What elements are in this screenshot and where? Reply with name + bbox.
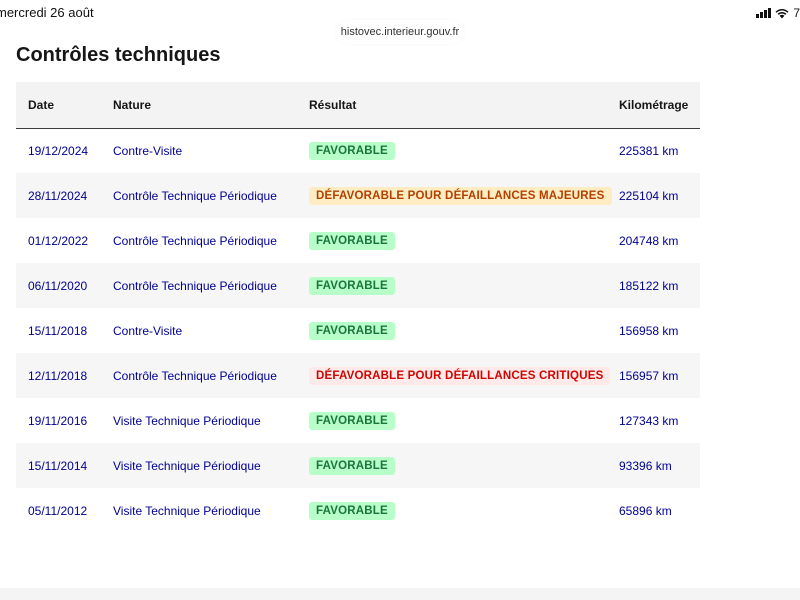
- inspection-nature: Contre-Visite: [113, 143, 183, 158]
- inspection-mileage: 225104 km: [619, 188, 679, 203]
- inspection-mileage: 127343 km: [619, 413, 679, 428]
- status-icons: 7: [756, 6, 800, 20]
- table-row: 01/12/2022 Contrôle Technique Périodique F…: [16, 218, 700, 263]
- inspection-nature: Contrôle Technique Périodique: [113, 368, 277, 383]
- inspection-nature: Visite Technique Périodique: [113, 413, 261, 428]
- inspection-date: 01/12/2022: [28, 233, 89, 248]
- inspection-mileage: 156958 km: [619, 323, 679, 338]
- inspection-mileage: 225381 km: [619, 143, 679, 158]
- table-row: 12/11/2018 Contrôle Technique Périodique D…: [16, 353, 700, 398]
- inspection-nature: Contre-Visite: [113, 323, 183, 338]
- result-badge: FAVORABLE: [309, 231, 395, 250]
- inspection-date: 28/11/2024: [28, 188, 88, 203]
- inspection-date: 19/11/2016: [28, 413, 88, 428]
- inspection-result-cell: FAVORABLE: [309, 128, 619, 173]
- table-row: 19/11/2016 Visite Technique Périodique FAV…: [16, 398, 700, 443]
- inspection-result-cell: DÉFAVORABLE POUR DÉFAILLANCES CRITIQUES: [309, 353, 619, 398]
- inspection-result-cell: FAVORABLE: [309, 443, 619, 488]
- inspection-mileage: 185122 km: [619, 278, 679, 293]
- column-header-mileage[interactable]: Kilométrage: [619, 82, 700, 129]
- inspection-result-cell: FAVORABLE: [309, 308, 619, 353]
- inspection-result-cell: FAVORABLE: [309, 488, 619, 533]
- result-badge: FAVORABLE: [309, 456, 395, 475]
- column-header-date[interactable]: Date: [16, 82, 113, 129]
- url-bar[interactable]: histovec.interieur.gouv.fr: [336, 20, 464, 44]
- result-badge: DÉFAVORABLE POUR DÉFAILLANCES MAJEURES: [309, 186, 612, 205]
- table-row: 05/11/2012 Visite Technique Périodique FAV…: [16, 488, 700, 533]
- inspection-date: 19/12/2024: [28, 143, 89, 158]
- inspection-mileage: 156957 km: [619, 368, 679, 383]
- inspection-mileage: 204748 km: [619, 233, 679, 248]
- inspection-result-cell: FAVORABLE: [309, 218, 619, 263]
- inspection-nature: Contrôle Technique Périodique: [113, 233, 277, 248]
- table-row: 06/11/2020 Contrôle Technique Périodique F…: [16, 263, 700, 308]
- result-badge: FAVORABLE: [309, 321, 395, 340]
- inspection-date: 15/11/2018: [28, 323, 88, 338]
- inspection-mileage: 93396 km: [619, 458, 672, 473]
- table-row: 19/12/2024 Contre-Visite FAVORABLE 225381 k…: [16, 128, 700, 173]
- status-time: mercredi 26 août: [0, 5, 94, 20]
- result-badge: FAVORABLE: [309, 501, 395, 520]
- column-header-nature[interactable]: Nature: [113, 82, 309, 129]
- result-badge: FAVORABLE: [309, 141, 395, 160]
- inspection-nature: Contrôle Technique Périodique: [113, 278, 277, 293]
- technical-inspections-table: Date Nature Résultat Kilométrage 19/12/2…: [16, 82, 700, 533]
- table-row: 15/11/2018 Contre-Visite FAVORABLE 156958 k…: [16, 308, 700, 353]
- page-title: Contrôles techniques: [16, 44, 221, 66]
- inspection-nature: Visite Technique Périodique: [113, 503, 261, 518]
- result-badge: FAVORABLE: [309, 411, 395, 430]
- inspection-result-cell: DÉFAVORABLE POUR DÉFAILLANCES MAJEURES: [309, 173, 619, 218]
- inspection-date: 05/11/2012: [28, 503, 88, 518]
- inspection-result-cell: FAVORABLE: [309, 398, 619, 443]
- wifi-icon: [775, 8, 789, 19]
- inspection-date: 15/11/2014: [28, 458, 88, 473]
- inspection-nature: Contrôle Technique Périodique: [113, 188, 277, 203]
- inspection-nature: Visite Technique Périodique: [113, 458, 261, 473]
- page-content: Contrôles techniques Date Nature Résulta…: [0, 26, 800, 588]
- inspection-date: 06/11/2020: [28, 278, 88, 293]
- result-badge: DÉFAVORABLE POUR DÉFAILLANCES CRITIQUES: [309, 366, 611, 385]
- battery-level: 7: [793, 6, 800, 20]
- result-badge: FAVORABLE: [309, 276, 395, 295]
- inspection-mileage: 65896 km: [619, 503, 672, 518]
- inspection-date: 12/11/2018: [28, 368, 88, 383]
- table-row: 28/11/2024 Contrôle Technique Périodique D…: [16, 173, 700, 218]
- table-header-row: Date Nature Résultat Kilométrage: [16, 82, 700, 129]
- inspection-result-cell: FAVORABLE: [309, 263, 619, 308]
- cellular-signal-icon: [756, 8, 772, 18]
- table-row: 15/11/2014 Visite Technique Périodique FAV…: [16, 443, 700, 488]
- column-header-result[interactable]: Résultat: [309, 82, 619, 129]
